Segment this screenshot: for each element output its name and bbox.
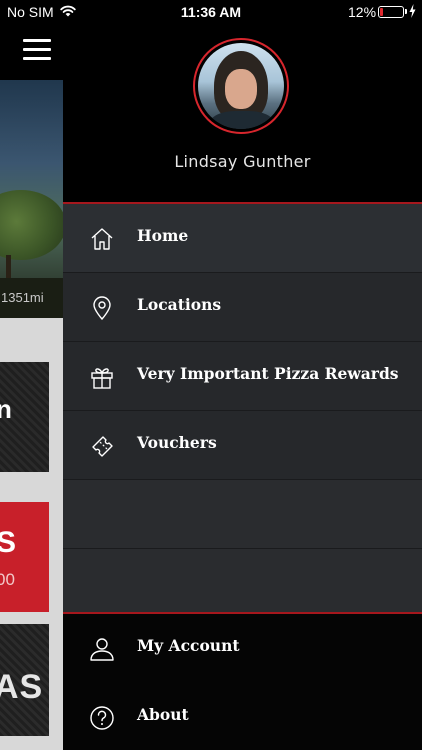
gift-icon (91, 368, 113, 389)
help-circle-icon (90, 706, 114, 730)
battery-icon (378, 6, 404, 18)
menu-item-label: Locations (137, 295, 222, 314)
menu-item-about[interactable]: About (63, 683, 422, 750)
drawer-menu: Home Locations Very Important Pizza Rewa… (63, 204, 422, 618)
hero-image (0, 80, 63, 318)
menu-item-rewards[interactable]: Very Important Pizza Rewards (63, 342, 422, 411)
avatar[interactable] (193, 38, 289, 134)
menu-item-locations[interactable]: Locations (63, 273, 422, 342)
menu-item-vouchers[interactable]: Vouchers (63, 411, 422, 480)
distance-label: 1351mi (1, 290, 44, 305)
menu-item-home[interactable]: Home (63, 204, 422, 273)
drawer-footer: My Account About (63, 614, 422, 750)
drawer-header: Lindsay Gunther (63, 24, 422, 202)
promo-tile-text: n (0, 394, 12, 424)
promo-tile[interactable]: S 00 (0, 502, 49, 612)
avatar-photo (198, 43, 284, 129)
menu-item-label: Very Important Pizza Rewards (137, 364, 399, 383)
home-icon (91, 228, 113, 250)
menu-item-label: Home (137, 226, 189, 245)
promo-tile-subtext: 00 (0, 570, 15, 589)
menu-icon[interactable] (23, 39, 51, 61)
menu-item-my-account[interactable]: My Account (63, 614, 422, 683)
battery-percent: 12% (348, 4, 377, 20)
user-icon (90, 638, 114, 661)
menu-item-label: Vouchers (137, 433, 217, 452)
ticket-icon (92, 436, 113, 457)
status-bar: No SIM 11:36 AM 12% (0, 0, 422, 24)
promo-tile[interactable]: n (0, 362, 49, 472)
location-pin-icon (93, 296, 111, 321)
user-name: Lindsay Gunther (174, 152, 311, 171)
battery-cap (405, 9, 407, 14)
charging-bolt-icon (409, 4, 416, 18)
menu-item-label: About (137, 705, 189, 724)
menu-item-empty (63, 549, 422, 618)
background-header (0, 24, 63, 80)
promo-tile[interactable]: AS (0, 624, 49, 736)
navigation-drawer: Lindsay Gunther Home Locations Very Impo… (63, 24, 422, 750)
menu-item-label: My Account (137, 636, 240, 655)
background-screen: 1351mi n S 00 AS (0, 24, 63, 750)
promo-tile-text: AS (0, 668, 44, 706)
promo-tile-text: S (0, 526, 17, 559)
menu-item-empty (63, 480, 422, 549)
